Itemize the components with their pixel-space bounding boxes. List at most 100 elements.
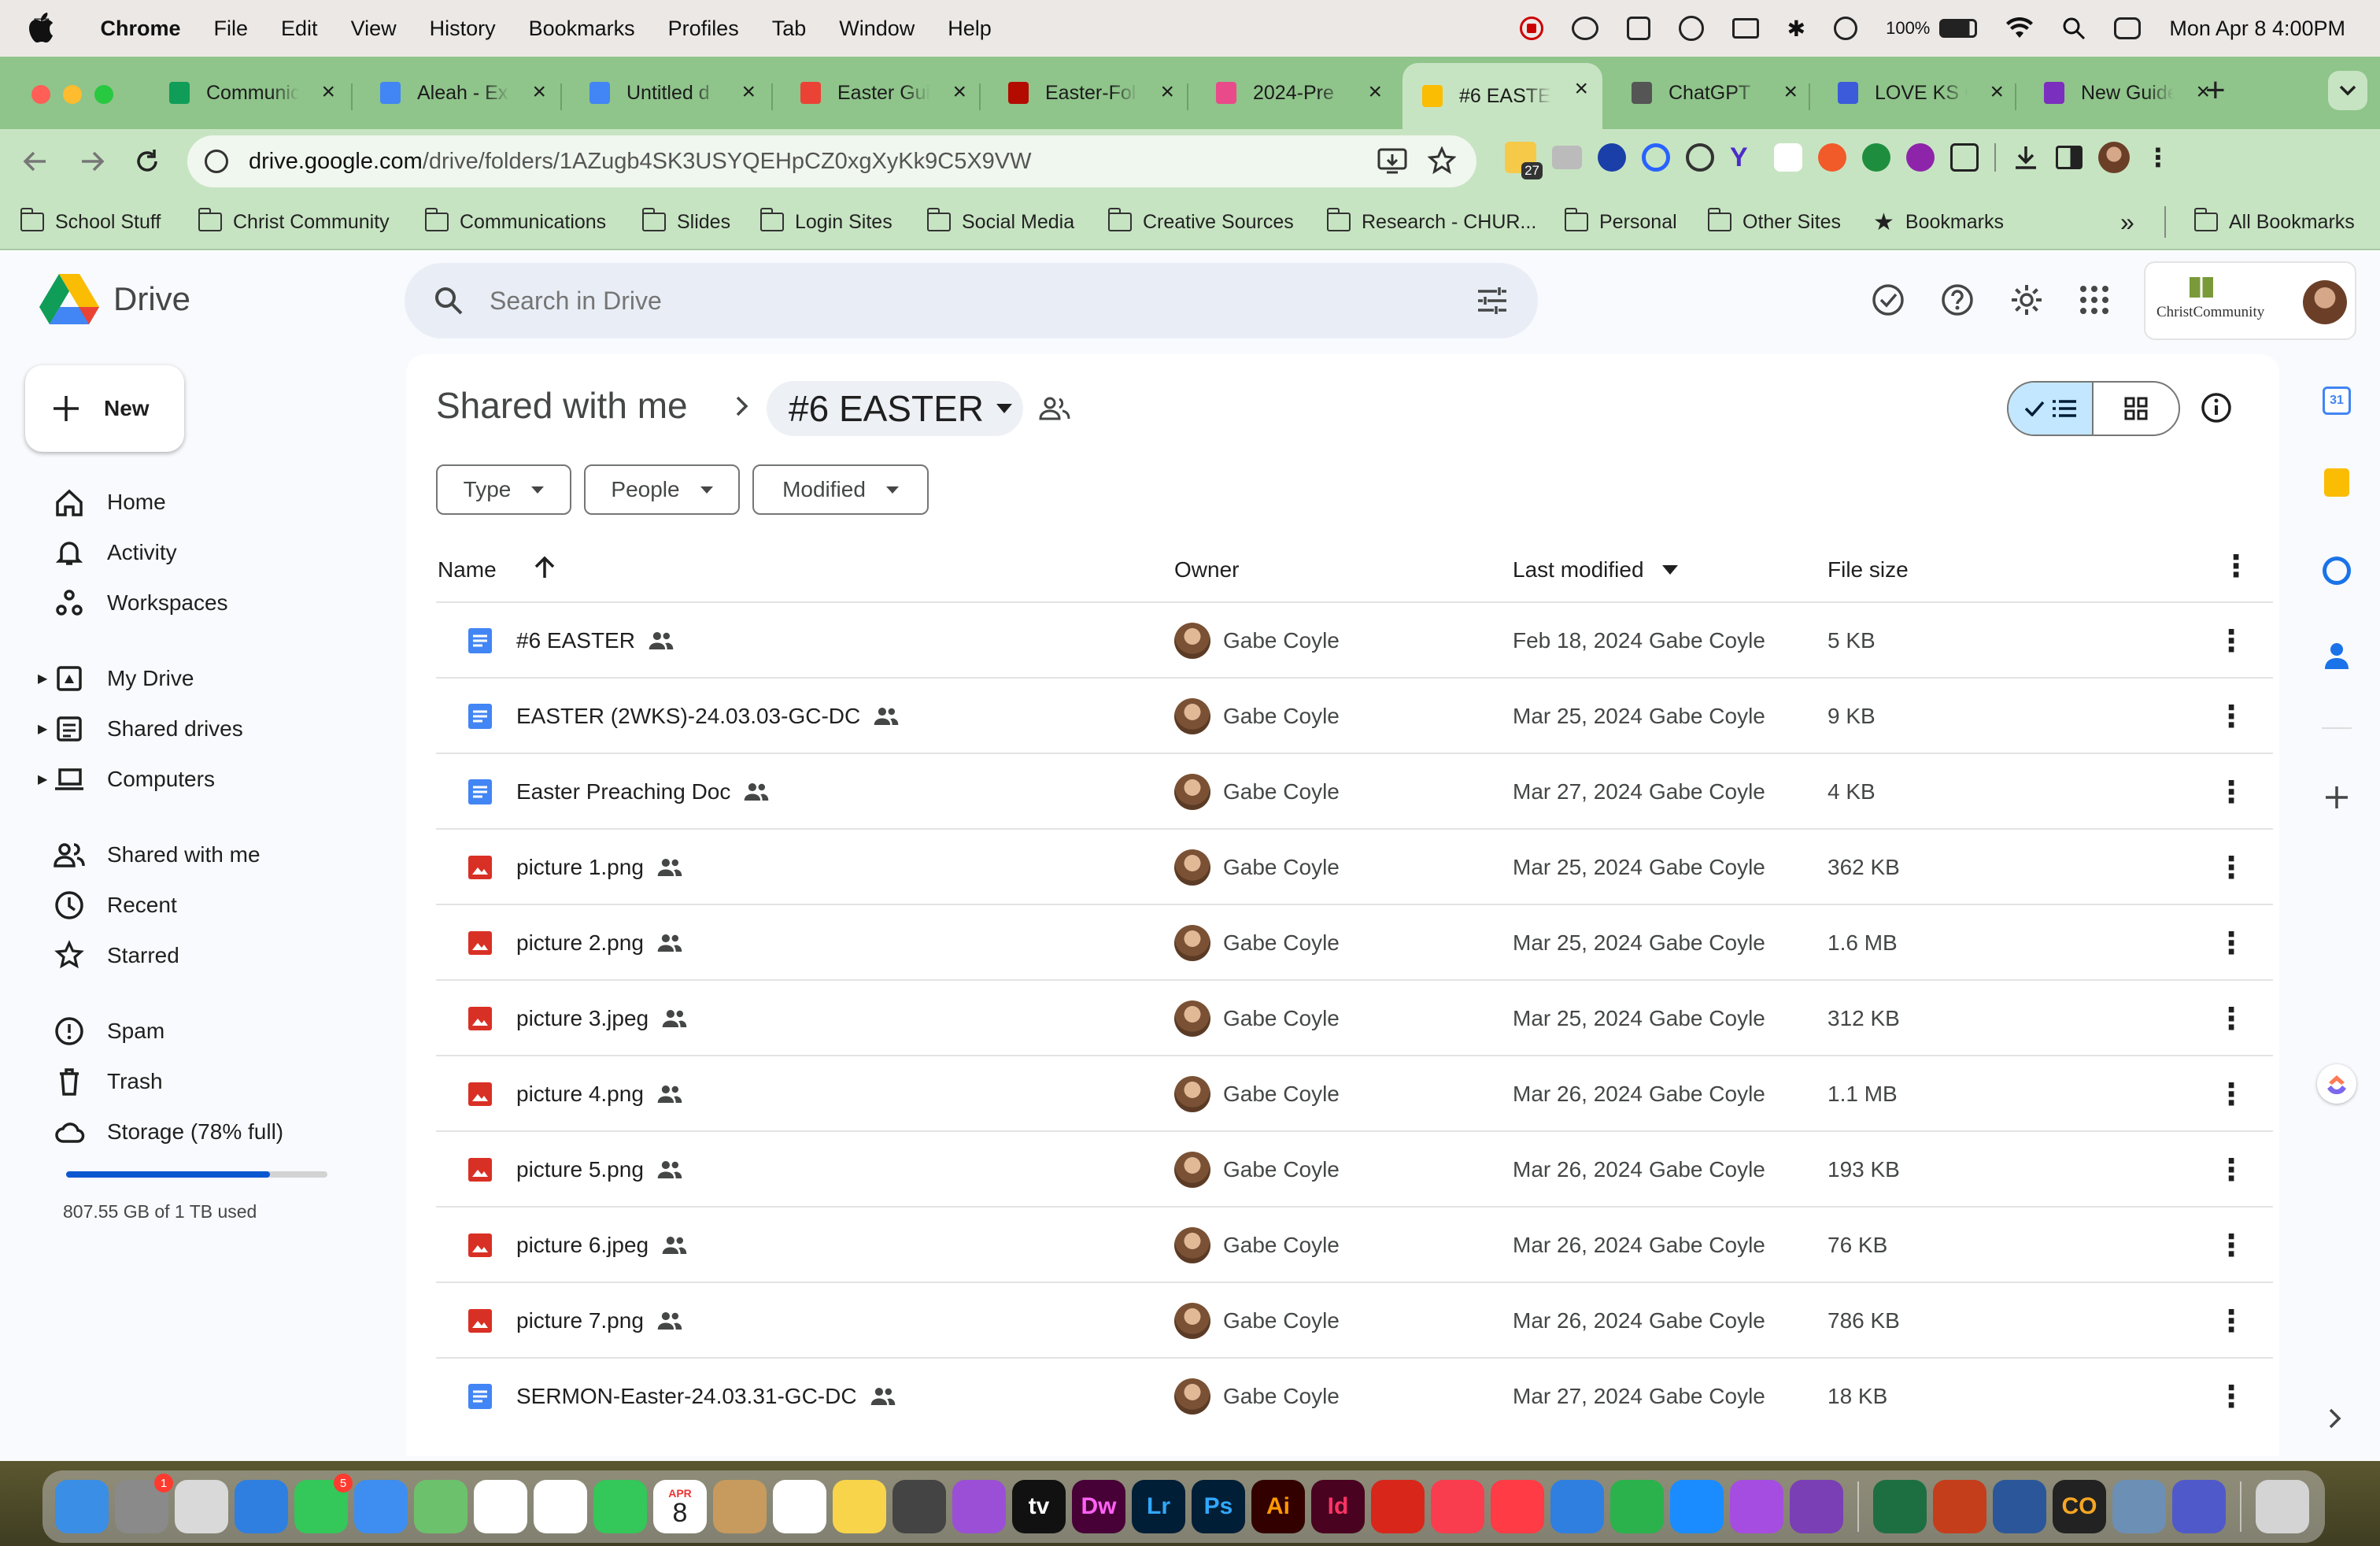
row-more-actions-icon[interactable]: ⋮ — [2216, 1359, 2246, 1434]
tab-search-button[interactable] — [2328, 71, 2367, 110]
preview-dock-icon[interactable] — [2112, 1480, 2166, 1533]
modified-filter-chip[interactable]: Modified — [752, 464, 929, 515]
back-arrow-icon[interactable] — [22, 148, 49, 175]
bookmark-folder[interactable]: Research - CHUR... — [1327, 206, 1536, 238]
lightroom-dock-icon[interactable]: Lr — [1132, 1480, 1185, 1533]
table-row[interactable]: #6 EASTER Gabe Coyle Feb 18, 2024 Gabe Coyl… — [436, 601, 2273, 677]
news-dock-icon[interactable] — [1491, 1480, 1544, 1533]
bookmark-star-icon[interactable] — [1428, 146, 1456, 175]
browser-tab[interactable]: Easter Gui × — [781, 66, 981, 120]
list-view-button[interactable] — [2009, 383, 2094, 435]
table-row[interactable]: picture 6.jpeg Gabe Coyle Mar 26, 2024 Gabe… — [436, 1206, 2273, 1282]
acrobat-dock-icon[interactable] — [1371, 1480, 1425, 1533]
side-panel-icon[interactable] — [2056, 146, 2082, 169]
new-tab-button[interactable]: + — [2205, 71, 2226, 110]
sidebar-item-shared-with-me[interactable]: Shared with me — [54, 835, 261, 875]
row-more-actions-icon[interactable]: ⋮ — [2216, 830, 2246, 905]
apps-grid-icon[interactable] — [2079, 285, 2109, 315]
control-center-icon[interactable] — [2114, 17, 2142, 39]
bookmark-folder[interactable]: Slides — [642, 206, 730, 238]
row-more-actions-icon[interactable]: ⋮ — [2216, 1056, 2246, 1132]
bookmark-folder[interactable]: ★ Bookmarks — [1873, 206, 2004, 238]
sidebar-item-workspaces[interactable]: Workspaces — [54, 583, 228, 623]
bluetooth-icon[interactable]: ✱ — [1787, 16, 1805, 42]
cloud-sync-icon[interactable] — [1571, 17, 1598, 40]
menu-bookmarks[interactable]: Bookmarks — [529, 17, 635, 41]
keynote-dock-icon[interactable] — [1550, 1480, 1604, 1533]
menu-file[interactable]: File — [214, 17, 249, 41]
bookmark-folder[interactable]: Christ Community — [198, 206, 390, 238]
help-icon[interactable] — [1941, 283, 1974, 316]
people-filter-chip[interactable]: People — [584, 464, 740, 515]
camera-extension-icon[interactable] — [1552, 146, 1582, 169]
battery-icon[interactable] — [1939, 19, 1978, 38]
appstore-dock-icon[interactable] — [1670, 1480, 1724, 1533]
triangle-app-icon[interactable] — [1626, 17, 1650, 40]
browser-tab[interactable]: Communic × — [150, 66, 349, 120]
table-row[interactable]: EASTER (2WKS)-24.03.03-GC-DC Gabe Coyle Ma… — [436, 677, 2273, 753]
chrome-menu-icon[interactable]: ⋮ — [2145, 143, 2171, 172]
podcasts-dock-icon[interactable] — [952, 1480, 1006, 1533]
folder-title-dropdown[interactable]: #6 EASTER — [767, 381, 1023, 436]
calendar-extension-icon[interactable]: 27 — [1505, 142, 1543, 179]
bookmark-folder[interactable]: Communications — [425, 206, 606, 238]
downloads-icon[interactable] — [2012, 143, 2040, 172]
column-header-owner[interactable]: Owner — [1174, 557, 1239, 583]
excel-dock-icon[interactable] — [1873, 1480, 1927, 1533]
trash-dock-icon[interactable] — [2256, 1480, 2309, 1533]
facetime-dock-icon[interactable] — [593, 1480, 647, 1533]
appletv-dock-icon[interactable]: tv — [1012, 1480, 1066, 1533]
forward-arrow-icon[interactable] — [79, 148, 105, 175]
browser-tab[interactable]: #6 EASTE × — [1402, 63, 1602, 129]
music-dock-icon[interactable] — [1431, 1480, 1484, 1533]
finder-dock-icon[interactable] — [55, 1480, 109, 1533]
account-switcher[interactable]: ChristCommunity — [2144, 261, 2356, 340]
menu-app-name[interactable]: Chrome — [101, 17, 181, 41]
tab-close-icon[interactable]: × — [1990, 79, 2004, 105]
shared-folder-people-icon[interactable] — [1039, 397, 1070, 420]
tab-close-icon[interactable]: × — [1574, 76, 1588, 102]
window-close-button[interactable] — [31, 85, 50, 104]
address-bar[interactable]: drive.google.com/drive/folders/1AZugb4SK… — [187, 135, 1476, 187]
sidebar-item-my-drive[interactable]: ▶ My Drive — [38, 659, 194, 698]
dreamweaver-dock-icon[interactable]: Dw — [1072, 1480, 1125, 1533]
launchpad-dock-icon[interactable] — [175, 1480, 228, 1533]
search-bar[interactable] — [405, 263, 1538, 338]
menu-tab[interactable]: Tab — [772, 17, 807, 41]
bookmark-folder[interactable]: Social Media — [927, 206, 1074, 238]
search-options-icon[interactable] — [1476, 287, 1508, 315]
all-bookmarks-folder[interactable]: All Bookmarks — [2194, 206, 2355, 238]
menu-profiles[interactable]: Profiles — [668, 17, 739, 41]
tab-close-icon[interactable]: × — [741, 79, 756, 105]
window-zoom-button[interactable] — [94, 85, 113, 104]
extensions-puzzle-icon[interactable] — [1950, 143, 1979, 172]
wifi-icon[interactable] — [2005, 17, 2034, 39]
sidebar-item-shared-drives[interactable]: ▶ Shared drives — [38, 709, 243, 749]
bookmark-folder[interactable]: Creative Sources — [1108, 206, 1294, 238]
sidebar-item-storage-full[interactable]: Storage (78% full) — [54, 1112, 283, 1152]
numbers-dock-icon[interactable] — [1610, 1480, 1664, 1533]
contacts-dock-icon[interactable] — [713, 1480, 767, 1533]
bookmark-folder[interactable]: School Stuff — [20, 206, 161, 238]
chrome-dock-icon[interactable] — [474, 1480, 527, 1533]
drive-logo-icon[interactable] — [39, 272, 99, 324]
photos-dock-icon[interactable] — [534, 1480, 587, 1533]
sidebar-item-starred[interactable]: Starred — [54, 936, 179, 975]
grammar-extension-icon[interactable] — [1686, 143, 1714, 172]
apple-logo-icon[interactable] — [28, 13, 54, 43]
sidebar-item-home[interactable]: Home — [54, 483, 166, 522]
row-more-actions-icon[interactable]: ⋮ — [2216, 603, 2246, 679]
tab-close-icon[interactable]: × — [1160, 79, 1174, 105]
details-info-icon[interactable] — [2201, 392, 2232, 423]
expand-arrow-icon[interactable]: ▶ — [38, 671, 47, 686]
sidebar-item-activity[interactable]: Activity — [54, 533, 177, 572]
row-more-actions-icon[interactable]: ⋮ — [2216, 1208, 2246, 1283]
window-minimize-button[interactable] — [63, 85, 82, 104]
row-more-actions-icon[interactable]: ⋮ — [2216, 981, 2246, 1056]
spotlight-search-icon[interactable] — [2062, 17, 2086, 40]
column-header-file-size[interactable]: File size — [1828, 557, 1909, 583]
new-button[interactable]: New — [25, 365, 184, 452]
row-more-actions-icon[interactable]: ⋮ — [2216, 1283, 2246, 1359]
tab-close-icon[interactable]: × — [532, 79, 546, 105]
sort-ascending-arrow-icon[interactable] — [534, 556, 556, 579]
